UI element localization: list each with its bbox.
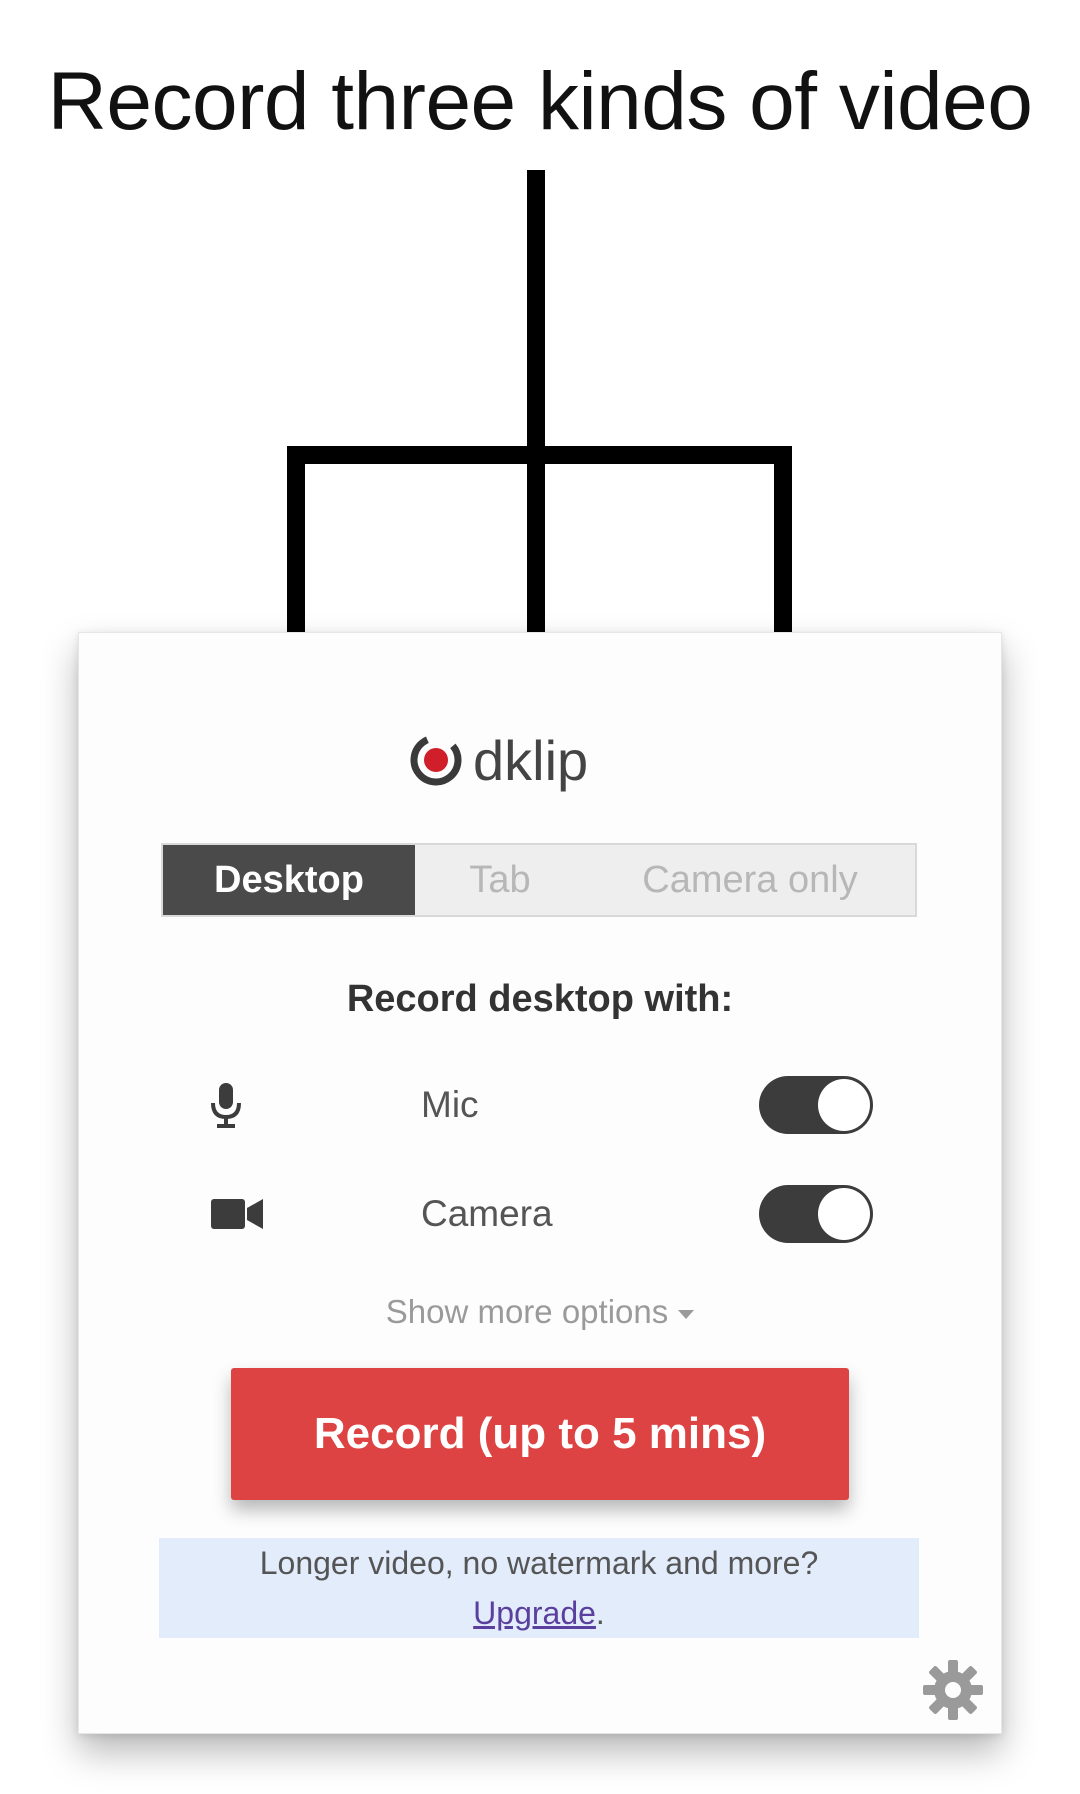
tab-tab[interactable]: Tab (415, 845, 585, 915)
mic-label: Mic (421, 1084, 479, 1125)
screenshot-stage: Record three kinds of video dklip Deskto… (0, 0, 1080, 1794)
video-camera-icon (209, 1184, 273, 1244)
upgrade-banner: Longer video, no watermark and more? Upg… (159, 1538, 919, 1638)
camera-label: Camera (421, 1193, 553, 1234)
logo-record-icon (409, 733, 463, 787)
section-title: Record desktop with: (346, 978, 734, 1020)
logo-text: dklip (473, 728, 589, 792)
upgrade-banner-text: Longer video, no watermark and more? (259, 1545, 819, 1581)
arrow-crossbar (287, 446, 792, 464)
tab-camera-only[interactable]: Camera only (585, 845, 915, 915)
record-mode-tabs: Desktop Tab Camera only (161, 843, 917, 917)
mic-toggle-knob (818, 1079, 870, 1131)
option-row-camera: Camera (209, 1179, 889, 1249)
camera-toggle-knob (818, 1188, 870, 1240)
show-more-options-label: Show more options (385, 1293, 669, 1330)
option-row-mic: Mic (209, 1070, 889, 1140)
mic-icon (209, 1075, 273, 1135)
tab-desktop[interactable]: Desktop (163, 845, 415, 915)
mic-toggle[interactable] (759, 1076, 873, 1134)
upgrade-link-line: Upgrade. (159, 1588, 919, 1638)
caret-down-icon (678, 1309, 695, 1319)
app-logo: dklip (409, 725, 588, 795)
show-more-options[interactable]: Show more options (79, 1293, 1001, 1331)
gear-icon[interactable] (921, 1658, 985, 1722)
record-button[interactable]: Record (up to 5 mins) (231, 1368, 849, 1500)
dklip-popup: dklip Desktop Tab Camera only Record des… (78, 632, 1002, 1734)
upgrade-link-suffix: . (595, 1595, 605, 1631)
upgrade-link[interactable]: Upgrade (473, 1595, 596, 1631)
camera-toggle[interactable] (759, 1185, 873, 1243)
headline: Record three kinds of video (47, 56, 1033, 147)
